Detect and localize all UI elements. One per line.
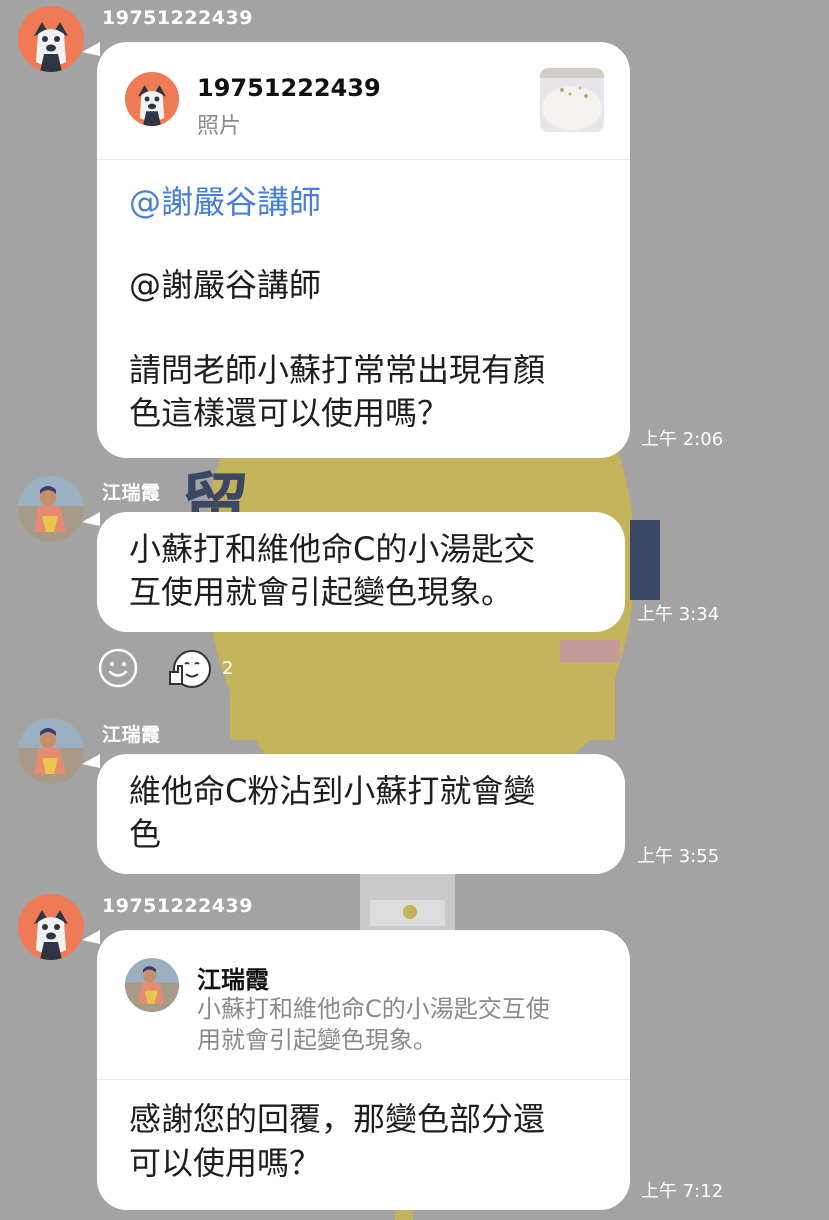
message-text-line: @謝嚴谷講師: [129, 266, 322, 304]
thumbs-up-face-icon[interactable]: [166, 648, 214, 690]
message-time: 上午 3:34: [637, 604, 720, 625]
message-text-line: 色: [129, 815, 162, 853]
add-reaction-icon[interactable]: [98, 648, 138, 688]
message-text-line: 請問老師小蘇打常常出現有顏: [129, 351, 546, 389]
dog-avatar-icon[interactable]: [18, 894, 84, 960]
message-text-line: 互使用就會引起變色現象。: [129, 573, 514, 611]
message-3: 江瑞霞 維他命C粉沾到小蘇打就會變 色 上午 3:55: [0, 712, 829, 877]
mention-link[interactable]: @謝嚴谷講師: [129, 179, 321, 225]
message-bubble[interactable]: 江瑞霞 小蘇打和維他命C的小湯匙交互使 用就會引起變色現象。 感謝您的回覆，那變…: [97, 930, 630, 1210]
dog-avatar-icon[interactable]: [18, 6, 84, 72]
sender-name: 19751222439: [102, 7, 253, 29]
divider: [97, 159, 630, 160]
sender-name: 19751222439: [102, 895, 253, 917]
reply-preview[interactable]: 19751222439 照片: [97, 42, 630, 160]
message-bubble[interactable]: 小蘇打和維他命C的小湯匙交 互使用就會引起變色現象。: [97, 512, 625, 632]
sender-name: 江瑞霞: [102, 724, 161, 746]
message-text-line: 可以使用嗎？: [129, 1144, 322, 1182]
message-2: 江瑞霞 小蘇打和維他命C的小湯匙交 互使用就會引起變色現象。 上午 3:34 2: [0, 470, 829, 700]
message-text-line: 感謝您的回覆，那變色部分還: [129, 1100, 546, 1138]
reply-sender: 19751222439: [197, 74, 381, 102]
reply-text-line: 用就會引起變色現象。: [197, 1026, 437, 1054]
reply-text-line: 小蘇打和維他命C的小湯匙交互使: [197, 995, 550, 1023]
reaction-count: 2: [222, 658, 234, 679]
divider: [97, 1079, 630, 1080]
message-time: 上午 2:06: [641, 429, 724, 450]
message-time: 上午 7:12: [641, 1181, 724, 1202]
person-avatar-icon[interactable]: [18, 476, 84, 542]
message-bubble[interactable]: 維他命C粉沾到小蘇打就會變 色: [97, 754, 625, 874]
bubble-tail: [82, 512, 100, 526]
message-1: 19751222439 19751222439 照片 @謝嚴谷講師 @謝嚴谷講師…: [0, 0, 829, 460]
dog-avatar-icon: [125, 72, 179, 126]
message-time: 上午 3:55: [637, 846, 720, 867]
reply-sender: 江瑞霞: [197, 966, 269, 994]
message-4: 19751222439 江瑞霞 小蘇打和維他命C的小湯匙交互使 用就會引起變色現…: [0, 888, 829, 1220]
message-text-line: 小蘇打和維他命C的小湯匙交: [129, 530, 536, 568]
message-text-line: 維他命C粉沾到小蘇打就會變: [129, 772, 536, 810]
person-avatar-icon[interactable]: [18, 718, 84, 784]
message-bubble[interactable]: 19751222439 照片 @謝嚴谷講師 @謝嚴谷講師 請問老師小蘇打常常出現…: [97, 42, 630, 458]
sender-name: 江瑞霞: [102, 482, 161, 504]
bubble-tail: [82, 754, 100, 768]
person-avatar-icon: [125, 958, 179, 1012]
reply-type: 照片: [197, 114, 242, 139]
message-text-line: 色這樣還可以使用嗎？: [129, 394, 450, 432]
reply-preview[interactable]: 江瑞霞 小蘇打和維他命C的小湯匙交互使 用就會引起變色現象。: [97, 930, 630, 1080]
photo-thumbnail[interactable]: [540, 68, 604, 132]
